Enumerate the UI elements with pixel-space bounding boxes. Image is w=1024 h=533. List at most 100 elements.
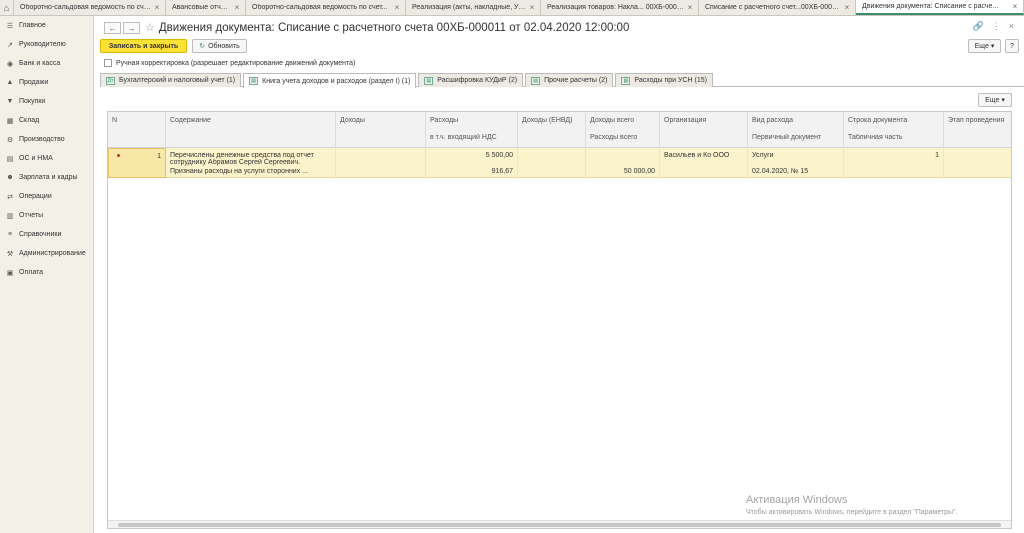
- sidebar-item-bank[interactable]: ◉ Банк и касса: [0, 54, 93, 73]
- form-header: ← → ☆ Движения документа: Списание с рас…: [104, 21, 629, 35]
- tab-advance-reports[interactable]: Авансовые отчеты ×: [166, 0, 246, 15]
- register-icon: ▤: [621, 76, 631, 85]
- column-header-total[interactable]: Доходы всего Расходы всего: [586, 112, 660, 148]
- sidebar-item-warehouse[interactable]: ▦ Склад: [0, 111, 93, 130]
- close-icon[interactable]: ×: [1009, 21, 1014, 32]
- organization-cell[interactable]: Васильев и Ко ООО: [660, 148, 748, 178]
- doc-line-cell[interactable]: 1: [844, 148, 944, 178]
- sidebar-item-label: Руководителю: [19, 41, 66, 48]
- tab-sales-list[interactable]: Реализация (акты, накладные, УПД) ×: [406, 0, 541, 15]
- close-icon[interactable]: ×: [393, 3, 401, 12]
- close-icon[interactable]: ×: [528, 3, 536, 12]
- total-cell[interactable]: 50 000,00: [586, 148, 660, 178]
- tab-income-expense-book[interactable]: ▤ Книга учета доходов и расходов (раздел …: [243, 73, 417, 88]
- sidebar-item-salary[interactable]: ☻ Зарплата и кадры: [0, 168, 93, 187]
- tab-usn-expenses[interactable]: ▤ Расходы при УСН (15): [615, 73, 713, 87]
- sidebar-item-admin[interactable]: ⚒ Администрирование: [0, 244, 93, 263]
- expenses-cell[interactable]: 5 500,00 916,67: [426, 148, 518, 178]
- tab-label: Оборотно-сальдовая ведомость по счет...: [20, 4, 151, 11]
- column-header-stage[interactable]: Этап проведения: [944, 112, 1011, 148]
- more-vertical-icon[interactable]: ⋮: [992, 21, 1001, 32]
- column-header-organization[interactable]: Организация: [660, 112, 748, 148]
- tab-document-movements[interactable]: Движения документа: Списание с расче... ×: [856, 0, 1024, 15]
- sidebar-item-label: Операции: [19, 193, 52, 200]
- sidebar-item-manager[interactable]: ↗ Руководителю: [0, 35, 93, 54]
- close-icon[interactable]: ×: [1011, 2, 1019, 11]
- sidebar-item-main[interactable]: ☰ Главное: [0, 16, 93, 35]
- stage-cell[interactable]: [944, 148, 1011, 178]
- chart-line-icon: ↗: [7, 41, 13, 49]
- salary-icon: ☻: [6, 174, 14, 181]
- sidebar-item-label: Производство: [19, 136, 65, 143]
- payment-icon: ▣: [6, 269, 14, 277]
- help-button[interactable]: ?: [1005, 39, 1019, 53]
- home-icon[interactable]: ⌂: [0, 0, 14, 15]
- sidebar-item-label: Администрирование: [19, 250, 86, 257]
- sidebar-item-sales[interactable]: ▲ Продажи: [0, 73, 93, 92]
- tab-label: Прочие расчеты (2): [544, 77, 608, 84]
- tab-label: Бухгалтерский и налоговый учет (1): [119, 77, 236, 84]
- income-cell[interactable]: [336, 148, 426, 178]
- sidebar-item-label: Отчеты: [19, 212, 44, 219]
- star-icon[interactable]: ☆: [145, 22, 155, 34]
- operations-icon: ⇄: [7, 193, 13, 201]
- tab-kudir-details[interactable]: ▤ Расшифровка КУДиР (2): [418, 73, 524, 87]
- back-button[interactable]: ←: [104, 22, 121, 34]
- tab-osv-2[interactable]: Оборотно-сальдовая ведомость по счет... ×: [246, 0, 406, 15]
- link-icon[interactable]: 🔗: [973, 21, 984, 32]
- close-icon[interactable]: ×: [686, 3, 694, 12]
- sidebar-item-label: Склад: [19, 117, 40, 124]
- tab-accounting[interactable]: Дт Бухгалтерский и налоговый учет (1): [100, 73, 242, 87]
- reports-icon: ▥: [6, 212, 14, 220]
- cart-icon: ▼: [6, 98, 14, 105]
- refresh-icon: ↻: [199, 43, 206, 50]
- tab-other-settlements[interactable]: ▤ Прочие расчеты (2): [525, 73, 614, 87]
- refresh-button[interactable]: ↻ Обновить: [192, 39, 247, 53]
- sidebar-item-operations[interactable]: ⇄ Операции: [0, 187, 93, 206]
- scrollbar-thumb[interactable]: [118, 523, 1001, 527]
- register-icon: ▤: [249, 77, 259, 85]
- envd-income-cell[interactable]: [518, 148, 586, 178]
- column-header-income[interactable]: Доходы: [336, 112, 426, 148]
- row-number-cell[interactable]: 1: [108, 148, 166, 178]
- tab-label: Списание с расчетного счет...00ХБ-000011: [705, 4, 841, 11]
- sidebar-item-production[interactable]: ⚙ Производство: [0, 130, 93, 149]
- manual-correction-checkbox[interactable]: Ручная корректировка (разрешает редактир…: [104, 59, 355, 67]
- close-icon[interactable]: ×: [153, 3, 161, 12]
- tab-label: Расходы при УСН (15): [634, 77, 707, 84]
- column-header-content[interactable]: Содержание: [166, 112, 336, 148]
- save-and-close-button[interactable]: Записать и закрыть: [100, 39, 187, 53]
- document-register-tabs: Дт Бухгалтерский и налоговый учет (1) ▤ Кн…: [100, 73, 1024, 88]
- open-tabs-bar: ⌂ Оборотно-сальдовая ведомость по счет..…: [0, 0, 1024, 16]
- tab-sales-doc[interactable]: Реализация товаров: Накла... 00ХБ-000010…: [541, 0, 699, 15]
- movements-table: N Содержание Доходы Расходы в т.ч. входящ…: [107, 111, 1012, 529]
- sidebar-item-assets[interactable]: ▤ ОС и НМА: [0, 149, 93, 168]
- page-title: Движения документа: Списание с расчетног…: [158, 22, 630, 34]
- close-icon[interactable]: ×: [233, 3, 241, 12]
- sidebar-item-label: Покупки: [19, 98, 46, 105]
- more-button[interactable]: Еще ▾: [968, 39, 1001, 53]
- column-header-n[interactable]: N: [108, 112, 166, 148]
- sidebar-item-directories[interactable]: ≡ Справочники: [0, 225, 93, 244]
- table-row[interactable]: 1 Перечислены денежные средства под отче…: [108, 148, 1011, 178]
- sections-sidebar: ☰ Главное ↗ Руководителю ◉ Банк и касса ▲ Пр…: [0, 16, 94, 533]
- column-header-expenses[interactable]: Расходы в т.ч. входящий НДС: [426, 112, 518, 148]
- sidebar-item-payment[interactable]: ▣ Оплата: [0, 263, 93, 282]
- sidebar-item-purchases[interactable]: ▼ Покупки: [0, 92, 93, 111]
- menu-icon: ☰: [6, 22, 14, 30]
- tab-bank-writeoff[interactable]: Списание с расчетного счет...00ХБ-000011…: [699, 0, 856, 15]
- horizontal-scrollbar[interactable]: [108, 520, 1011, 528]
- column-header-expense-type[interactable]: Вид расхода Первичный документ: [748, 112, 844, 148]
- tab-osv-1[interactable]: Оборотно-сальдовая ведомость по счет... ×: [14, 0, 166, 15]
- checkbox-box[interactable]: [104, 59, 112, 67]
- sidebar-item-reports[interactable]: ▥ Отчеты: [0, 206, 93, 225]
- tab-label: Оборотно-сальдовая ведомость по счет...: [252, 4, 388, 11]
- column-header-envd-income[interactable]: Доходы (ЕНВД): [518, 112, 586, 148]
- column-header-doc-line[interactable]: Строка документа Табличная часть: [844, 112, 944, 148]
- forward-button[interactable]: →: [123, 22, 140, 34]
- close-icon[interactable]: ×: [843, 3, 851, 12]
- expense-type-cell[interactable]: Услуги 02.04.2020, № 15: [748, 148, 844, 178]
- header-actions: 🔗 ⋮ ×: [973, 21, 1014, 32]
- content-cell[interactable]: Перечислены денежные средства под отчет …: [166, 148, 336, 178]
- grid-more-button[interactable]: Еще ▾: [978, 93, 1012, 107]
